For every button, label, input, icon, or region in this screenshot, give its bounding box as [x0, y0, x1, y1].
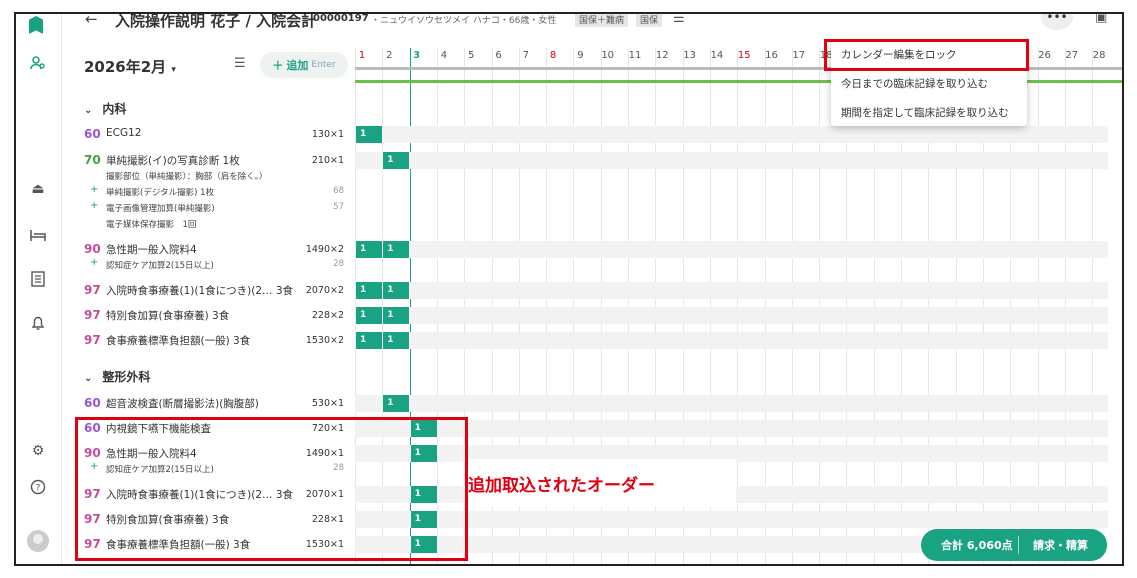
patient-info: ・ニュウイソウセツメイ ハナコ・66歳・女性: [371, 16, 557, 26]
sub-item-points: 57: [333, 202, 344, 212]
order-code: 97: [84, 333, 101, 347]
order-name[interactable]: 急性期一般入院料4: [106, 242, 197, 257]
order-name[interactable]: 超音波検査(断層撮影法)(胸腹部): [106, 396, 259, 411]
calendar-cell[interactable]: 1: [383, 241, 410, 258]
eject-icon[interactable]: ⏏: [27, 178, 49, 200]
sub-item-points: 68: [333, 186, 344, 196]
user-avatar[interactable]: [27, 530, 49, 552]
add-label: 追加: [286, 59, 309, 72]
highlight-box: [824, 39, 1029, 71]
calendar-cell[interactable]: 1: [383, 307, 410, 324]
month-selector[interactable]: 2026年2月 ▾: [84, 56, 176, 77]
app-logo: [29, 16, 43, 34]
calendar-row: [355, 282, 1108, 299]
calendar-cell[interactable]: 1: [356, 332, 382, 349]
calendar-row: [355, 332, 1108, 349]
calendar-row: [355, 307, 1108, 324]
order-quantity: 530×1: [311, 398, 344, 409]
settings-icon[interactable]: ⚙: [27, 440, 49, 462]
calendar-cell[interactable]: 1: [383, 395, 410, 412]
order-code: 97: [84, 308, 101, 322]
add-button[interactable]: ＋追加 Enter: [260, 52, 348, 78]
calendar-cell[interactable]: 1: [356, 126, 382, 143]
plus-icon: ＋: [272, 59, 284, 72]
total-points: 合計 6,060点: [941, 539, 1013, 552]
section-header[interactable]: ⌄ 内科: [84, 100, 126, 117]
calendar-row: [355, 241, 1108, 258]
order-code: 70: [84, 153, 101, 167]
order-quantity: 228×2: [311, 310, 344, 321]
plus-icon: +: [90, 200, 99, 211]
order-code: 97: [84, 283, 101, 297]
caret-down-icon: ▾: [171, 65, 176, 75]
back-arrow-icon[interactable]: ←: [85, 14, 98, 28]
app-window: ⏏ ⚙ ? ← 入院操作説明 花子 / 入院会計 00000197 ・ニュウイソ…: [14, 12, 1124, 566]
calendar-cell[interactable]: 1: [383, 332, 410, 349]
bill-settle-button[interactable]: 請求・精算: [1019, 537, 1088, 553]
chevron-down-icon: ⌄: [84, 373, 93, 384]
bed-icon[interactable]: [27, 224, 49, 246]
order-name[interactable]: 入院時食事療養(1)(1食につき)(2… 3食: [106, 283, 293, 298]
bell-icon[interactable]: [27, 312, 49, 334]
highlight-box: [75, 417, 468, 561]
sub-item: 撮影部位（単純撮影）：胸部（肩を除く。）: [106, 172, 268, 182]
insurance-tag: 国保＋難病: [575, 14, 629, 27]
page-title: 入院操作説明 花子 / 入院会計: [115, 12, 317, 30]
plus-icon: +: [90, 184, 99, 195]
month-label: 2026年2月: [84, 58, 167, 76]
menu-item-import-range[interactable]: 期間を指定して臨床記録を取り込む: [841, 105, 1009, 120]
plus-icon: +: [90, 257, 99, 268]
sub-item: 電子媒体保存撮影 1回: [106, 220, 197, 230]
calendar-cell[interactable]: 1: [383, 282, 410, 299]
add-shortcut-hint: Enter: [311, 60, 336, 70]
section-label: 内科: [102, 102, 127, 116]
order-quantity: 130×1: [311, 129, 344, 140]
order-name[interactable]: 特別食加算(食事療養) 3食: [106, 308, 229, 323]
total-bar: 合計 6,060点 請求・精算: [921, 529, 1107, 561]
header: ← 入院操作説明 花子 / 入院会計 00000197 ・ニュウイソウセツメイ …: [63, 12, 1122, 30]
section-header[interactable]: ⌄ 整形外科: [84, 368, 150, 385]
order-code: 60: [84, 396, 101, 410]
calendar-cell[interactable]: 1: [383, 152, 410, 169]
calendar-row: [355, 152, 1108, 169]
calendar-row: [355, 126, 1108, 143]
filter-icon[interactable]: ☰: [234, 56, 246, 71]
svg-text:?: ?: [36, 484, 41, 494]
order-quantity: 1530×2: [305, 335, 344, 346]
annotation-label: 追加取込されたオーダー: [468, 459, 736, 507]
calendar-cell[interactable]: 1: [356, 307, 382, 324]
order-code: 90: [84, 242, 101, 256]
menu-lines-icon[interactable]: ☰: [673, 14, 685, 26]
calendar-cell[interactable]: 1: [356, 282, 382, 299]
sub-item: 電子画像管理加算(単純撮影): [106, 204, 215, 214]
order-quantity: 1490×2: [305, 244, 344, 255]
section-label: 整形外科: [102, 370, 151, 384]
calendar-cell[interactable]: 1: [356, 241, 382, 258]
order-name[interactable]: ECG12: [106, 127, 141, 139]
order-quantity: 210×1: [311, 155, 344, 166]
sub-item: 認知症ケア加算2(15日以上): [106, 261, 214, 271]
patients-icon[interactable]: [27, 52, 49, 74]
order-name[interactable]: 食事療養標準負担額(一般) 3食: [106, 333, 250, 348]
calendar-row: [355, 395, 1108, 412]
help-icon[interactable]: ?: [27, 476, 49, 498]
insurance-tag: 国保: [636, 14, 663, 27]
side-rail: ⏏ ⚙ ?: [16, 14, 62, 564]
more-options-button[interactable]: •••: [1041, 14, 1073, 30]
order-quantity: 2070×2: [305, 285, 344, 296]
order-code: 60: [84, 127, 101, 141]
sub-item-points: 28: [333, 259, 344, 269]
list-icon[interactable]: [27, 268, 49, 290]
sub-item: 単純撮影(デジタル撮影) 1枚: [106, 188, 215, 198]
patient-id: 00000197: [313, 13, 369, 24]
calendar-user-icon[interactable]: ▣: [1095, 14, 1107, 25]
order-name[interactable]: 単純撮影(イ)の写真診断 1枚: [106, 153, 240, 168]
chevron-down-icon: ⌄: [84, 105, 93, 116]
menu-item-import-today[interactable]: 今日までの臨床記録を取り込む: [841, 76, 988, 91]
